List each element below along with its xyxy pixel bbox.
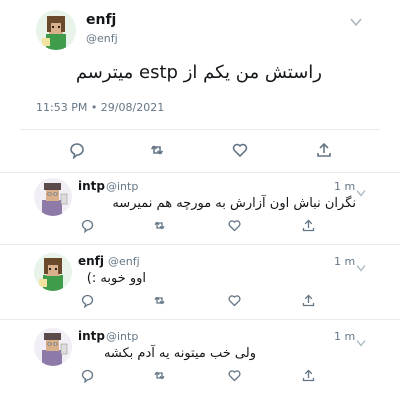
- share-icon[interactable]: [301, 218, 316, 233]
- author-handle[interactable]: @intp: [106, 330, 138, 343]
- main-tweet: enfj @enfj راستش من یکم از estp میترسم 1…: [0, 0, 400, 173]
- reply-icon[interactable]: [80, 218, 95, 233]
- chevron-down-icon[interactable]: [356, 182, 366, 197]
- like-icon[interactable]: [227, 368, 242, 383]
- author-handle[interactable]: @intp: [106, 180, 138, 193]
- intp-avatar[interactable]: [34, 178, 72, 216]
- retweet-icon[interactable]: [148, 141, 166, 159]
- author-handle[interactable]: @enfj: [86, 32, 118, 45]
- reply-text: نگران نباش اون آزارش به مورچه هم نمیرسه: [112, 196, 356, 211]
- author-name[interactable]: enfj: [78, 254, 104, 268]
- reply-tweet: enfj @enfj 1 m اوو خوبه :): [0, 249, 400, 320]
- reply-tweet: intp @intp 1 m نگران نباش اون آزارش به م…: [0, 174, 400, 245]
- reply-icon[interactable]: [68, 141, 86, 159]
- retweet-icon[interactable]: [152, 293, 167, 308]
- reply-time[interactable]: 1 m: [334, 330, 355, 343]
- chevron-down-icon[interactable]: [356, 257, 366, 272]
- reply-text: ولی خب میتونه یه آدم بکشه: [103, 346, 256, 361]
- author-name[interactable]: enfj: [86, 12, 116, 28]
- reply-icon[interactable]: [80, 293, 95, 308]
- reply-time[interactable]: 1 m: [334, 180, 355, 193]
- chevron-down-icon[interactable]: [356, 332, 366, 347]
- tweet-timestamp[interactable]: 11:53 PM • 29/08/2021: [36, 101, 164, 114]
- like-icon[interactable]: [227, 218, 242, 233]
- share-icon[interactable]: [315, 141, 333, 159]
- author-name[interactable]: intp: [78, 329, 105, 343]
- author-handle[interactable]: @enfj: [108, 255, 140, 268]
- share-icon[interactable]: [301, 293, 316, 308]
- retweet-icon[interactable]: [152, 368, 167, 383]
- enfj-avatar[interactable]: [36, 10, 76, 50]
- reply-text: اوو خوبه :): [86, 271, 146, 286]
- reply-time[interactable]: 1 m: [334, 255, 355, 268]
- divider: [20, 129, 380, 130]
- intp-avatar[interactable]: [34, 328, 72, 366]
- author-name[interactable]: intp: [78, 179, 105, 193]
- chevron-down-icon[interactable]: [350, 12, 362, 27]
- retweet-icon[interactable]: [152, 218, 167, 233]
- tweet-text: راستش من یکم از estp میترسم: [75, 62, 322, 83]
- reply-icon[interactable]: [80, 368, 95, 383]
- share-icon[interactable]: [301, 368, 316, 383]
- reply-tweet: intp @intp 1 m ولی خب میتونه یه آدم بکشه: [0, 324, 400, 394]
- like-icon[interactable]: [231, 141, 249, 159]
- enfj-avatar[interactable]: [34, 253, 72, 291]
- like-icon[interactable]: [227, 293, 242, 308]
